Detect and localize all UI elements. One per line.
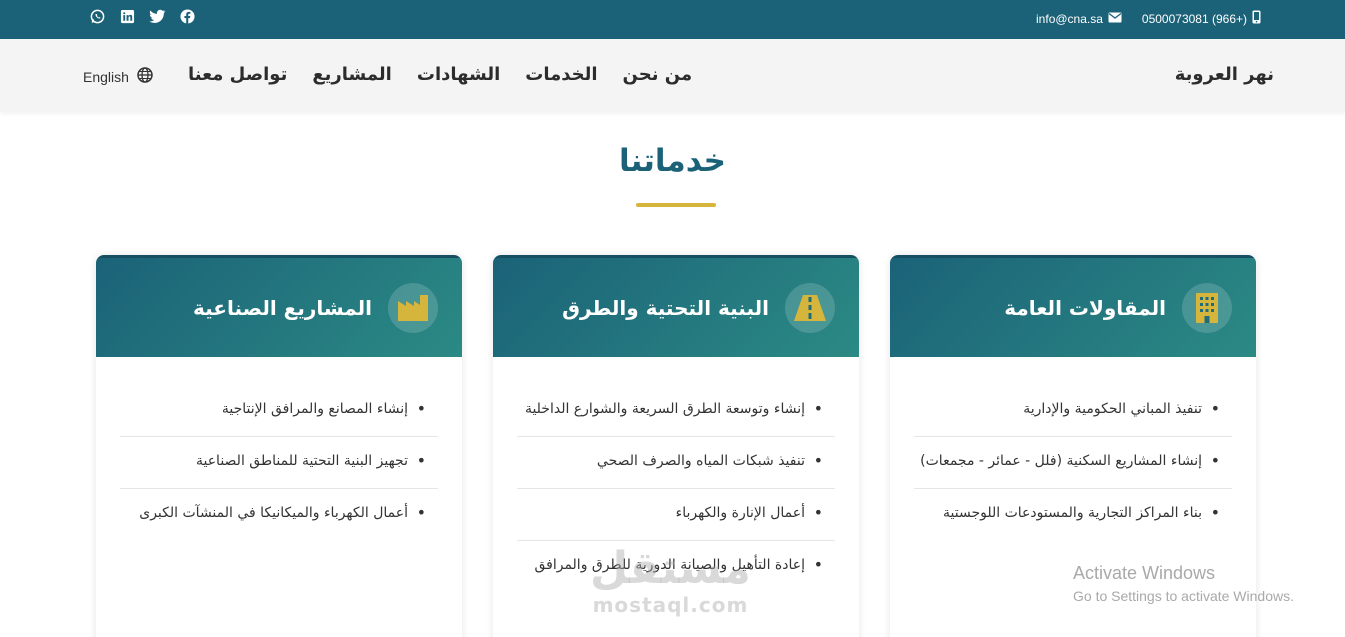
activate-subtitle: Go to Settings to activate Windows. xyxy=(1073,588,1294,604)
nav-item-projects[interactable]: المشاريع xyxy=(312,64,392,85)
card-header: المقاولات العامة xyxy=(890,255,1256,357)
nav-item-certificates[interactable]: الشهادات xyxy=(417,64,500,85)
list-item: إنشاء وتوسعة الطرق السريعة والشوارع الدا… xyxy=(517,385,835,437)
list-item: تجهيز البنية التحتية للمناطق الصناعية xyxy=(120,437,438,489)
brand-logo-text[interactable]: نهر العروبة xyxy=(1175,64,1274,85)
list-item: أعمال الكهرباء والميكانيكا في المنشآت ال… xyxy=(120,489,438,541)
nav-menu: من نحن الخدمات الشهادات المشاريع تواصل م… xyxy=(188,64,692,85)
building-icon xyxy=(1182,283,1232,333)
language-label: English xyxy=(83,68,129,85)
card-header: البنية التحتية والطرق xyxy=(493,255,859,357)
globe-icon xyxy=(137,67,153,86)
email-contact[interactable]: info@cna.sa xyxy=(1036,12,1122,26)
nav-item-services[interactable]: الخدمات xyxy=(525,64,597,85)
road-icon xyxy=(785,283,835,333)
watermark-arabic: مستقل xyxy=(590,543,751,594)
card-body: إنشاء المصانع والمرافق الإنتاجية تجهيز ا… xyxy=(96,357,462,541)
whatsapp-icon[interactable] xyxy=(89,8,106,25)
section-title: خدماتنا xyxy=(618,143,727,179)
social-links xyxy=(89,8,196,25)
nav-item-contact[interactable]: تواصل معنا xyxy=(188,64,287,85)
service-list: إنشاء المصانع والمرافق الإنتاجية تجهيز ا… xyxy=(120,385,438,541)
contact-info: info@cna.sa 0500073081 (966+) xyxy=(1016,10,1261,27)
card-title: المقاولات العامة xyxy=(1004,296,1166,320)
list-item: إنشاء المصانع والمرافق الإنتاجية xyxy=(120,385,438,437)
watermark-english: mostaql.com xyxy=(592,593,749,617)
linkedin-icon[interactable] xyxy=(119,8,136,25)
card-title: المشاريع الصناعية xyxy=(193,296,372,320)
main-navbar: نهر العروبة من نحن الخدمات الشهادات المش… xyxy=(0,39,1345,112)
list-item: تنفيذ المباني الحكومية والإدارية xyxy=(914,385,1232,437)
mobile-phone-icon xyxy=(1252,10,1261,27)
industry-icon xyxy=(388,283,438,333)
nav-item-about[interactable]: من نحن xyxy=(623,64,693,85)
card-header: المشاريع الصناعية xyxy=(96,255,462,357)
title-underline xyxy=(636,203,716,207)
card-body: تنفيذ المباني الحكومية والإدارية إنشاء ا… xyxy=(890,357,1256,541)
twitter-icon[interactable] xyxy=(149,8,166,25)
list-item: بناء المراكز التجارية والمستودعات اللوجس… xyxy=(914,489,1232,541)
language-switcher[interactable]: English xyxy=(83,67,153,86)
envelope-icon xyxy=(1108,12,1122,26)
activate-title: Activate Windows xyxy=(1073,563,1216,583)
list-item: تنفيذ شبكات المياه والصرف الصحي xyxy=(517,437,835,489)
mostaql-watermark: مستقل mostaql.com xyxy=(590,543,751,618)
list-item: إنشاء المشاريع السكنية (فلل - عمائر - مج… xyxy=(914,437,1232,489)
activate-windows-watermark: Activate Windows Go to Settings to activ… xyxy=(1073,563,1294,604)
service-list: تنفيذ المباني الحكومية والإدارية إنشاء ا… xyxy=(914,385,1232,541)
top-bar: info@cna.sa 0500073081 (966+) xyxy=(0,0,1345,39)
card-title: البنية التحتية والطرق xyxy=(562,296,769,320)
email-value: info@cna.sa xyxy=(1036,11,1103,26)
service-card-industrial: المشاريع الصناعية إنشاء المصانع والمرافق… xyxy=(96,255,462,637)
facebook-icon[interactable] xyxy=(179,8,196,25)
phone-value: 0500073081 (966+) xyxy=(1141,11,1247,26)
phone-contact[interactable]: 0500073081 (966+) xyxy=(1142,10,1261,27)
list-item: أعمال الإنارة والكهرباء xyxy=(517,489,835,541)
